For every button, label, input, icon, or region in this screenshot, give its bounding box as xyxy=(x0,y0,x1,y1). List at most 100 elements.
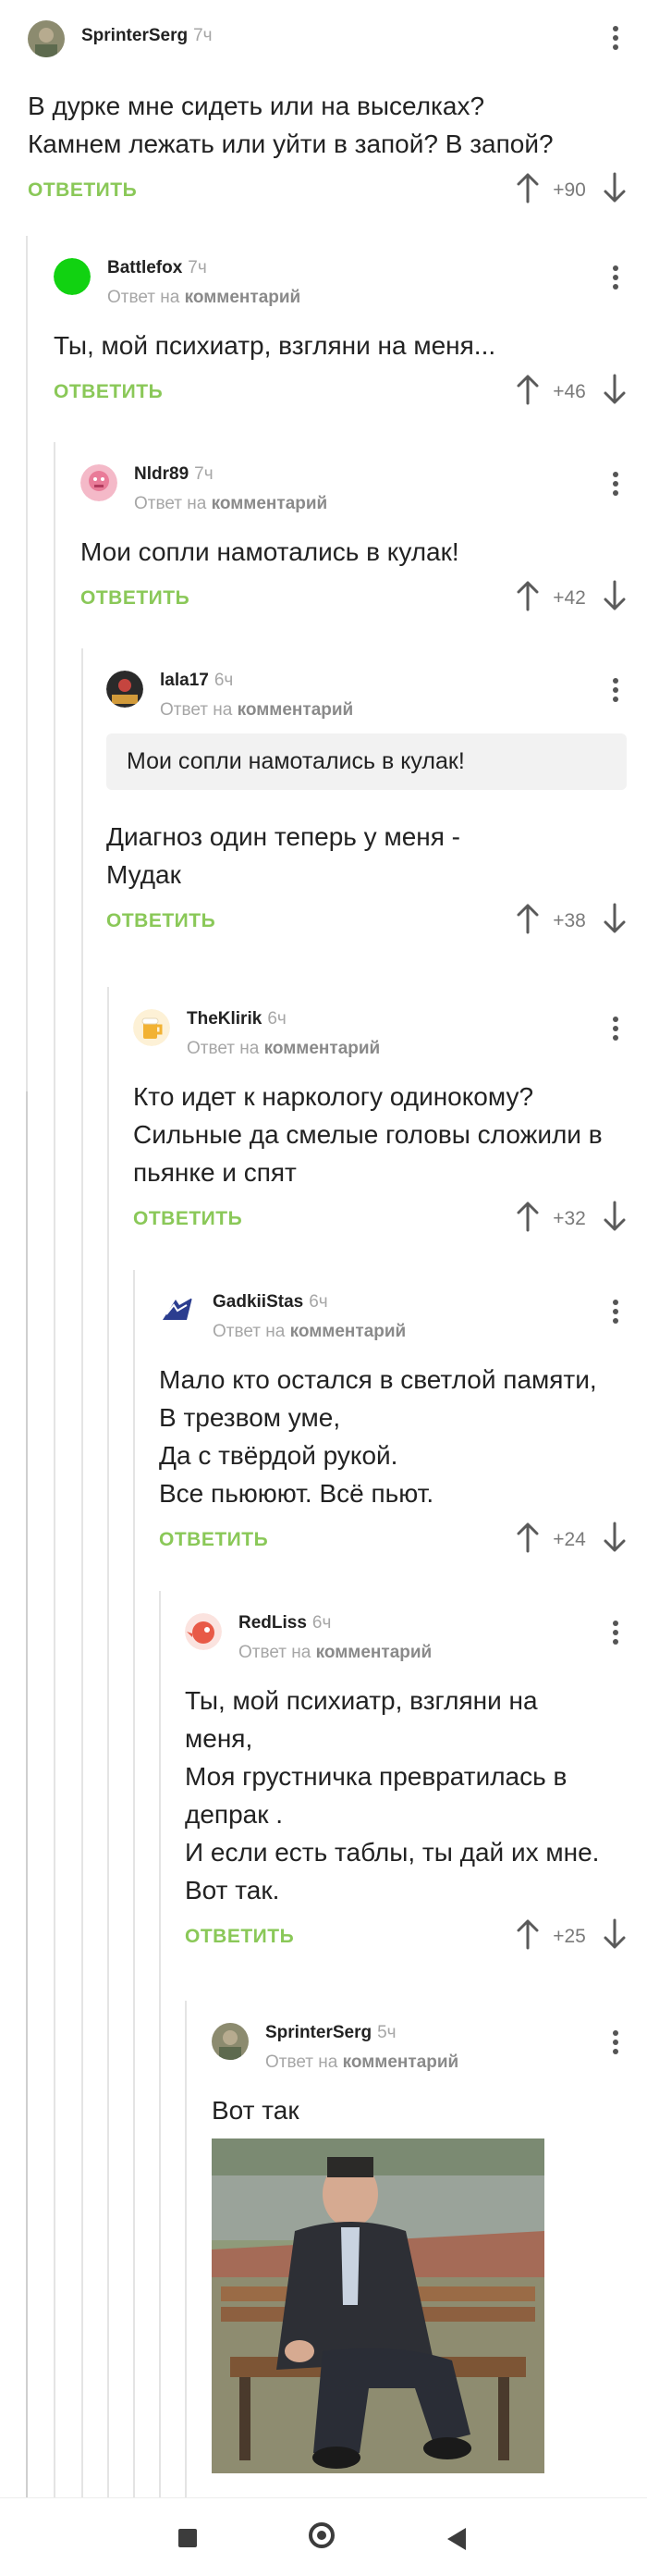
reply-button[interactable]: ОТВЕТИТЬ xyxy=(133,1208,242,1230)
downvote-arrow-icon[interactable] xyxy=(603,374,627,405)
comment-header: SprinterSerg 7ч xyxy=(28,7,627,59)
author-name[interactable]: Nldr89 xyxy=(134,464,189,484)
upvote-arrow-icon[interactable] xyxy=(516,580,540,611)
comment-time: 7ч xyxy=(193,26,213,45)
comment-time: 6ч xyxy=(311,1613,332,1633)
comment-time: 7ч xyxy=(194,464,214,484)
comment-author[interactable]: GadkiiStas 6ч xyxy=(213,1292,328,1313)
reply-to-link[interactable]: Ответ на комментарий xyxy=(238,1643,432,1663)
vote-controls: +90 xyxy=(516,172,627,209)
reply-to-link[interactable]: Ответ на комментарий xyxy=(160,700,353,721)
photo-avatar-icon[interactable] xyxy=(212,2023,249,2060)
reply-button[interactable]: ОТВЕТИТЬ xyxy=(54,381,163,403)
comment-time: 6ч xyxy=(309,1292,328,1312)
author-name[interactable]: SprinterSerg xyxy=(81,26,188,45)
more-options-icon[interactable] xyxy=(604,1619,627,1648)
comment-author[interactable]: Nldr89 7ч xyxy=(134,464,214,485)
author-name[interactable]: lala17 xyxy=(160,671,209,690)
comment-score: +25 xyxy=(553,1926,586,1947)
author-name[interactable]: RedLiss xyxy=(238,1613,307,1633)
beer-mug-avatar-icon[interactable] xyxy=(133,1009,170,1046)
downvote-arrow-icon[interactable] xyxy=(603,172,627,203)
comment-actions: ОТВЕТИТЬ +25 xyxy=(185,1915,627,1957)
more-options-icon[interactable] xyxy=(604,2028,627,2058)
vote-controls: +46 xyxy=(516,374,627,411)
comment-header: Battlefox 7ч Ответ на комментарий xyxy=(54,245,627,310)
more-options-icon[interactable] xyxy=(604,24,627,54)
downvote-arrow-icon[interactable] xyxy=(603,903,627,934)
comment-time: 5ч xyxy=(377,2023,397,2042)
comment-time: 6ч xyxy=(267,1009,287,1029)
vote-controls: +24 xyxy=(516,1522,627,1559)
square-icon[interactable] xyxy=(178,2529,197,2547)
reply-to-link[interactable]: Ответ на комментарий xyxy=(187,1039,380,1059)
comment: SprinterSerg 5ч Ответ на комментарий Вот … xyxy=(212,2010,627,2473)
comment-actions: ОТВЕТИТЬ +42 xyxy=(80,576,627,619)
reply-button[interactable]: ОТВЕТИТЬ xyxy=(80,587,189,610)
comment-author[interactable]: SprinterSerg 7ч xyxy=(81,26,213,46)
reply-button[interactable]: ОТВЕТИТЬ xyxy=(106,910,215,932)
upvote-arrow-icon[interactable] xyxy=(516,1522,540,1553)
comment: Battlefox 7ч Ответ на комментарий Ты, мой… xyxy=(54,245,627,413)
man-on-bench-gif[interactable] xyxy=(212,2138,544,2473)
author-name[interactable]: TheKlirik xyxy=(187,1009,262,1029)
comment-score: +90 xyxy=(553,179,586,201)
comment-text: Мало кто остался в светлой памяти, В тре… xyxy=(159,1365,597,1508)
comment: SprinterSerg 7ч В дурке мне сидеть или на… xyxy=(28,7,627,211)
comment-author[interactable]: RedLiss 6ч xyxy=(238,1613,331,1633)
comment-author[interactable]: lala17 6ч xyxy=(160,671,233,691)
reply-to-link[interactable]: Ответ на комментарий xyxy=(107,288,300,308)
red-bird-avatar-icon[interactable] xyxy=(185,1613,222,1650)
reply-to-link[interactable]: Ответ на комментарий xyxy=(265,2052,458,2073)
upvote-arrow-icon[interactable] xyxy=(516,1918,540,1950)
comment-actions: ОТВЕТИТЬ +46 xyxy=(54,370,627,413)
upvote-arrow-icon[interactable] xyxy=(516,903,540,934)
reply-to-link[interactable]: Ответ на комментарий xyxy=(134,494,327,514)
more-options-icon[interactable] xyxy=(604,1015,627,1044)
comment-thread: SprinterSerg 7ч В дурке мне сидеть или на… xyxy=(0,0,647,2497)
reply-button[interactable]: ОТВЕТИТЬ xyxy=(185,1926,294,1948)
upvote-arrow-icon[interactable] xyxy=(516,1201,540,1232)
more-options-icon[interactable] xyxy=(604,470,627,499)
more-options-icon[interactable] xyxy=(604,676,627,706)
comment-header: GadkiiStas 6ч Ответ на комментарий xyxy=(159,1279,627,1344)
comment-actions: ОТВЕТИТЬ +32 xyxy=(133,1197,627,1239)
photo-avatar-icon[interactable] xyxy=(28,20,65,57)
more-options-icon[interactable] xyxy=(604,264,627,293)
dark-avatar-icon[interactable] xyxy=(106,671,143,708)
author-name[interactable]: Battlefox xyxy=(107,258,182,277)
author-name[interactable]: SprinterSerg xyxy=(265,2023,372,2042)
author-name[interactable]: GadkiiStas xyxy=(213,1292,303,1312)
downvote-arrow-icon[interactable] xyxy=(603,1201,627,1232)
comment-author[interactable]: TheKlirik 6ч xyxy=(187,1009,287,1029)
vote-controls: +38 xyxy=(516,903,627,940)
circle-home-icon[interactable] xyxy=(309,2522,335,2548)
upvote-arrow-icon[interactable] xyxy=(516,172,540,203)
reply-to-link[interactable]: Ответ на комментарий xyxy=(213,1322,406,1342)
comment-author[interactable]: Battlefox 7ч xyxy=(107,258,207,278)
comment-text: Ты, мой психиатр, взгляни на меня... xyxy=(54,331,496,360)
thread-line xyxy=(133,1270,135,2497)
upvote-arrow-icon[interactable] xyxy=(516,374,540,405)
pink-face-avatar-icon[interactable] xyxy=(80,464,117,501)
comment-text: Ты, мой психиатр, взгляни на меня, Моя г… xyxy=(185,1686,600,1904)
reply-button[interactable]: ОТВЕТИТЬ xyxy=(28,179,137,202)
downvote-arrow-icon[interactable] xyxy=(603,1522,627,1553)
comment-actions: ОТВЕТИТЬ +24 xyxy=(159,1518,627,1560)
comment-text: Вот так xyxy=(212,2096,299,2125)
triangle-back-icon[interactable] xyxy=(447,2528,466,2550)
more-options-icon[interactable] xyxy=(604,1298,627,1327)
thread-line xyxy=(26,1091,28,2497)
comment-text: Диагноз один теперь у меня - Мудак xyxy=(106,822,460,889)
comment-score: +38 xyxy=(553,910,586,931)
comment-text: Кто идет к наркологу одинокому? Сильные … xyxy=(133,1082,603,1187)
reply-button[interactable]: ОТВЕТИТЬ xyxy=(159,1529,268,1551)
quoted-comment: Мои сопли намотались в кулак! xyxy=(106,733,627,790)
downvote-arrow-icon[interactable] xyxy=(603,1918,627,1950)
comment-author[interactable]: SprinterSerg 5ч xyxy=(265,2023,397,2043)
comment-actions: ОТВЕТИТЬ +90 xyxy=(28,168,627,211)
green-circle-avatar-icon[interactable] xyxy=(54,258,91,295)
downvote-arrow-icon[interactable] xyxy=(603,580,627,611)
comment: Nldr89 7ч Ответ на комментарий Мои сопли … xyxy=(80,451,627,619)
flag-avatar-icon[interactable] xyxy=(159,1292,196,1329)
